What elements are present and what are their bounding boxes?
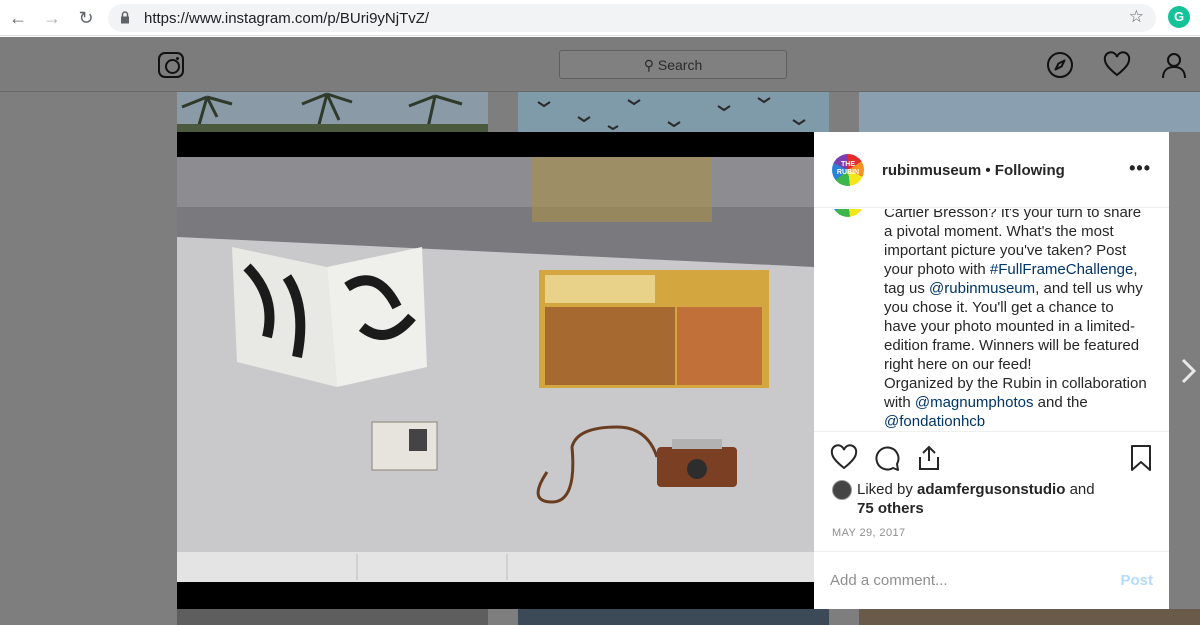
caption-line: a pivotal moment. What's the most bbox=[884, 222, 1159, 241]
mention-link[interactable]: @fondationhcb bbox=[884, 413, 985, 430]
back-icon[interactable]: ← bbox=[8, 8, 28, 28]
reload-icon[interactable]: ↻ bbox=[76, 8, 96, 28]
url-text: https://www.instagram.com/p/BUri9yNjTvZ/ bbox=[144, 10, 430, 27]
instagram-header: ⚲ Search bbox=[0, 37, 1200, 92]
save-bookmark-icon[interactable] bbox=[1127, 444, 1155, 472]
post-actions bbox=[814, 431, 1169, 481]
caption-text-segment: , and tell us why bbox=[1035, 280, 1143, 297]
search-placeholder: Search bbox=[657, 57, 703, 73]
likes-others-link[interactable]: 75 others bbox=[857, 499, 924, 518]
caption-text-segment: a pivotal moment. What's the most bbox=[884, 223, 1114, 240]
caption-text-segment: with bbox=[884, 394, 915, 411]
liked-by-line: Liked by adamfergusonstudio and bbox=[857, 480, 1095, 499]
caption-text-segment: Cartier Bresson? It's your turn to share bbox=[884, 209, 1142, 221]
follow-status[interactable]: Following bbox=[995, 162, 1065, 179]
liked-by-connector: and bbox=[1065, 481, 1095, 498]
caption-text-segment: have your photo mounted in a limited- bbox=[884, 318, 1135, 335]
caption-text-segment: Organized by the Rubin in collaboration bbox=[884, 375, 1147, 392]
search-icon: ⚲ bbox=[643, 57, 654, 73]
caption-text-segment: and the bbox=[1033, 394, 1088, 411]
liked-by-prefix: Liked by bbox=[857, 481, 918, 498]
share-icon[interactable] bbox=[915, 444, 943, 472]
post-date[interactable]: MAY 29, 2017 bbox=[832, 527, 906, 539]
post-author: rubinmuseum • Following bbox=[882, 162, 1065, 179]
caption-text-segment: tag us bbox=[884, 280, 930, 297]
grammarly-extension-icon[interactable]: G bbox=[1168, 6, 1190, 28]
comment-input[interactable] bbox=[830, 572, 1100, 589]
caption-scroll-area[interactable]: Cartier Bresson? It's your turn to share… bbox=[814, 209, 1169, 431]
caption-text-segment: important picture you've taken? Post bbox=[884, 242, 1127, 259]
liked-by-user-link[interactable]: adamfergusonstudio bbox=[917, 481, 1065, 498]
forward-icon[interactable]: → bbox=[42, 8, 62, 28]
post-comment-button[interactable]: Post bbox=[1120, 572, 1153, 589]
caption-line: with @magnumphotos and the bbox=[884, 393, 1159, 412]
caption-text-segment: , bbox=[1133, 261, 1138, 278]
caption-line: you chose it. You'll get a chance to bbox=[884, 298, 1159, 317]
search-box[interactable]: ⚲ Search bbox=[559, 50, 787, 79]
caption-line: edition frame. Winners will be featured bbox=[884, 336, 1159, 355]
explore-compass-icon[interactable] bbox=[1046, 51, 1074, 79]
caption-text-segment: your photo with bbox=[884, 261, 990, 278]
caption-line: Organized by the Rubin in collaboration bbox=[884, 374, 1159, 393]
caption-text-segment: edition frame. Winners will be featured bbox=[884, 337, 1140, 354]
avatar[interactable]: THE RUBIN bbox=[832, 154, 864, 186]
comment-bar: Post bbox=[814, 551, 1169, 609]
header-separator: • bbox=[985, 162, 991, 179]
next-post-chevron-icon[interactable] bbox=[1178, 356, 1200, 386]
liker-avatar[interactable] bbox=[832, 480, 852, 500]
hashtag-link[interactable]: #FullFrameChallenge bbox=[990, 261, 1133, 278]
mention-link[interactable]: @magnumphotos bbox=[915, 394, 1034, 411]
post-photo bbox=[177, 157, 814, 582]
caption-line: important picture you've taken? Post bbox=[884, 241, 1159, 260]
caption-text: Cartier Bresson? It's your turn to share… bbox=[884, 209, 1159, 431]
more-options-icon[interactable]: ••• bbox=[1129, 158, 1151, 179]
caption-text-segment: you chose it. You'll get a chance to bbox=[884, 299, 1114, 316]
caption-line: @fondationhcb bbox=[884, 412, 1159, 431]
caption-text-segment: right here on our feed! bbox=[884, 356, 1032, 373]
post-details-panel: THE RUBIN rubinmuseum • Following ••• Ca… bbox=[814, 132, 1169, 609]
grid-thumbnail-palms[interactable] bbox=[177, 92, 488, 132]
bookmark-star-icon[interactable]: ☆ bbox=[1129, 7, 1144, 27]
like-heart-icon[interactable] bbox=[830, 444, 858, 472]
address-bar[interactable]: https://www.instagram.com/p/BUri9yNjTvZ/… bbox=[108, 4, 1156, 32]
mention-link[interactable]: @rubinmuseum bbox=[929, 280, 1035, 297]
post-image[interactable] bbox=[177, 132, 814, 609]
caption-avatar[interactable] bbox=[832, 209, 864, 217]
browser-toolbar: ← → ↻ https://www.instagram.com/p/BUri9y… bbox=[0, 0, 1200, 36]
username-link[interactable]: rubinmuseum bbox=[882, 162, 981, 179]
grid-thumbnail-bottom-1[interactable] bbox=[177, 609, 488, 625]
grid-thumbnail-bottom-3[interactable] bbox=[859, 609, 1200, 625]
caption-line: right here on our feed! bbox=[884, 355, 1159, 374]
caption-line: have your photo mounted in a limited- bbox=[884, 317, 1159, 336]
profile-icon[interactable] bbox=[1160, 51, 1188, 79]
caption-line: Cartier Bresson? It's your turn to share bbox=[884, 209, 1159, 222]
grid-thumbnail-bottom-2[interactable] bbox=[518, 609, 829, 625]
activity-heart-icon[interactable] bbox=[1103, 51, 1131, 79]
post-header: THE RUBIN rubinmuseum • Following ••• bbox=[814, 132, 1169, 208]
avatar-label: THE RUBIN bbox=[836, 161, 860, 176]
grid-thumbnail-birds[interactable] bbox=[518, 92, 829, 132]
comment-bubble-icon[interactable] bbox=[873, 444, 901, 472]
caption-line: your photo with #FullFrameChallenge, bbox=[884, 260, 1159, 279]
lock-icon bbox=[121, 11, 129, 24]
grid-thumbnail-sky[interactable] bbox=[859, 92, 1200, 132]
instagram-logo-icon[interactable] bbox=[158, 52, 184, 78]
caption-line: tag us @rubinmuseum, and tell us why bbox=[884, 279, 1159, 298]
